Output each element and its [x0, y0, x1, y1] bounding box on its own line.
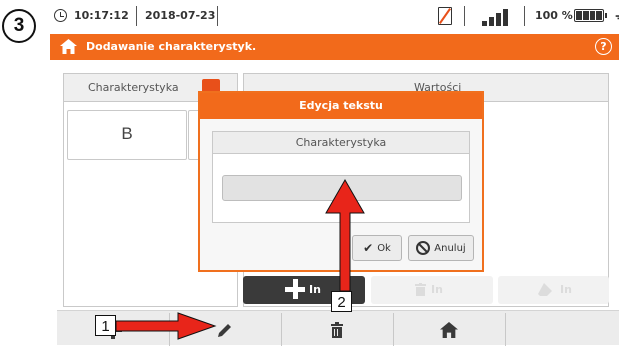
- annotation-arrow-right: [115, 312, 217, 340]
- annotation-arrow-up: [325, 178, 365, 292]
- annotation-label-1: 1: [95, 315, 116, 336]
- annotation-label-2: 2: [331, 291, 352, 312]
- annotation-arrows: [115, 178, 365, 340]
